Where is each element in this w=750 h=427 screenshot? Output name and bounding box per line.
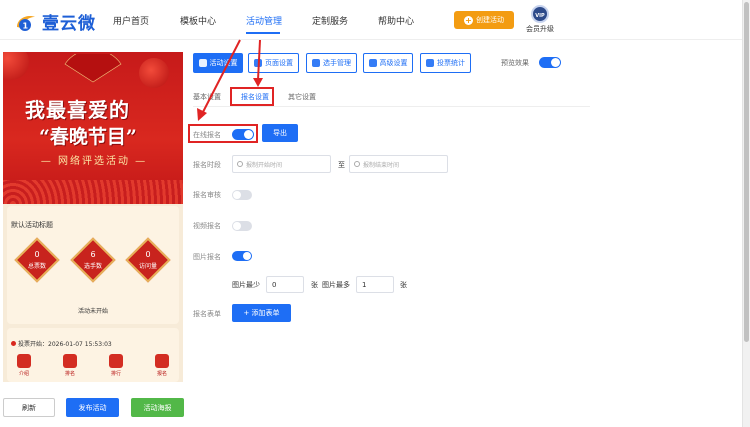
- annotation-arrows: [197, 39, 263, 121]
- arrow-line: [202, 39, 241, 113]
- arrow-head: [197, 108, 207, 121]
- arrow-head: [253, 78, 263, 87]
- scrollbar-thumb[interactable]: [744, 2, 749, 342]
- page-scrollbar[interactable]: [742, 0, 750, 427]
- arrow-line: [257, 39, 261, 81]
